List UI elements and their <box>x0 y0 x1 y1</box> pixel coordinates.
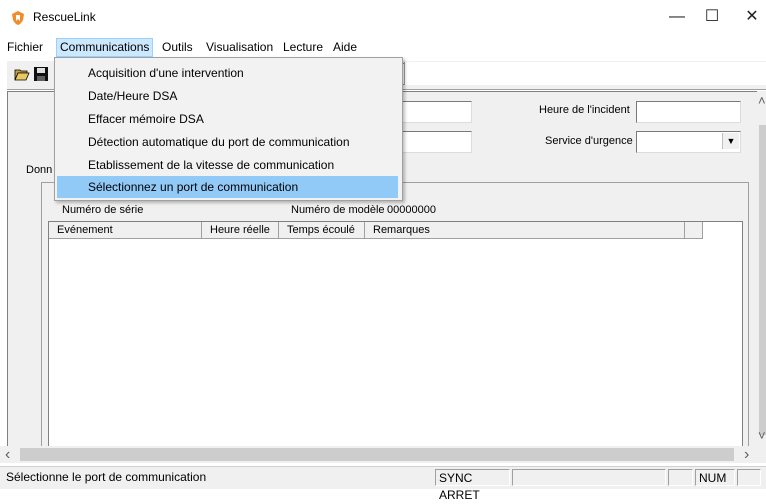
status-pane-empty-1 <box>512 469 666 486</box>
menu-item-selection-port[interactable]: Sélectionnez un port de communication <box>57 176 398 198</box>
scroll-right-arrow[interactable]: › <box>744 446 749 464</box>
status-pane-empty-3 <box>737 469 761 486</box>
menu-visualisation[interactable]: Visualisation <box>203 39 276 56</box>
status-pane-empty-2 <box>668 469 693 486</box>
status-sync: SYNC ARRET <box>435 469 510 502</box>
horizontal-scroll-thumb[interactable] <box>20 448 734 461</box>
menu-item-vitesse-communication[interactable]: Etablissement de la vitesse de communica… <box>57 154 398 176</box>
menu-aide[interactable]: Aide <box>330 39 360 56</box>
open-folder-icon[interactable] <box>14 66 30 82</box>
menu-communications[interactable]: Communications <box>56 38 154 57</box>
menu-bar: Fichier Communications Outils Visualisat… <box>0 37 766 57</box>
event-list[interactable]: Evénement Heure réelle Temps écoulé Rema… <box>48 221 743 448</box>
left-field-1[interactable] <box>400 101 472 123</box>
column-header-evenement[interactable]: Evénement <box>49 222 202 239</box>
tab-donnees[interactable]: Donn <box>26 164 52 176</box>
menu-item-effacer-memoire[interactable]: Effacer mémoire DSA <box>57 108 398 130</box>
model-label: Numéro de modèle <box>291 204 385 216</box>
column-header-temps-ecoule[interactable]: Temps écoulé <box>279 222 365 239</box>
status-message: Sélectionne le port de communication <box>6 470 207 484</box>
menu-item-detection-port[interactable]: Détection automatique du port de communi… <box>57 131 398 153</box>
emergency-service-select[interactable]: ▼ <box>636 131 741 153</box>
serial-label: Numéro de série <box>62 204 144 216</box>
menu-lecture[interactable]: Lecture <box>280 39 326 56</box>
save-disk-icon[interactable] <box>33 66 49 82</box>
menu-outils[interactable]: Outils <box>159 39 196 56</box>
chevron-down-icon[interactable]: ▼ <box>722 133 739 149</box>
scroll-up-arrow[interactable]: ˄ <box>758 93 766 108</box>
column-header-heure-reelle[interactable]: Heure réelle <box>202 222 279 239</box>
toolbar-field <box>404 62 766 85</box>
window-title: RescueLink <box>33 10 96 24</box>
menu-item-date-heure-dsa[interactable]: Date/Heure DSA <box>57 85 398 107</box>
rescuelink-logo-icon <box>12 11 24 25</box>
close-button[interactable]: ✕ <box>729 0 766 34</box>
status-num: NUM <box>695 469 735 486</box>
column-header-remarques[interactable]: Remarques <box>365 222 685 239</box>
menu-item-acquisition[interactable]: Acquisition d'une intervention <box>57 62 398 84</box>
column-header-extra <box>685 222 703 239</box>
left-field-2[interactable] <box>400 131 472 153</box>
vertical-scroll-thumb[interactable] <box>759 125 766 435</box>
incident-time-input[interactable] <box>636 101 741 123</box>
menu-fichier[interactable]: Fichier <box>4 39 46 56</box>
incident-time-label: Heure de l'incident <box>539 104 630 116</box>
emergency-service-label: Service d'urgence <box>545 135 633 147</box>
communications-menu: Acquisition d'une intervention Date/Heur… <box>54 57 403 201</box>
scroll-down-arrow[interactable]: ˅ <box>758 428 766 443</box>
title-bar <box>0 0 766 36</box>
model-value: 00000000 <box>387 204 436 216</box>
scroll-left-arrow[interactable]: ‹ <box>5 446 10 464</box>
